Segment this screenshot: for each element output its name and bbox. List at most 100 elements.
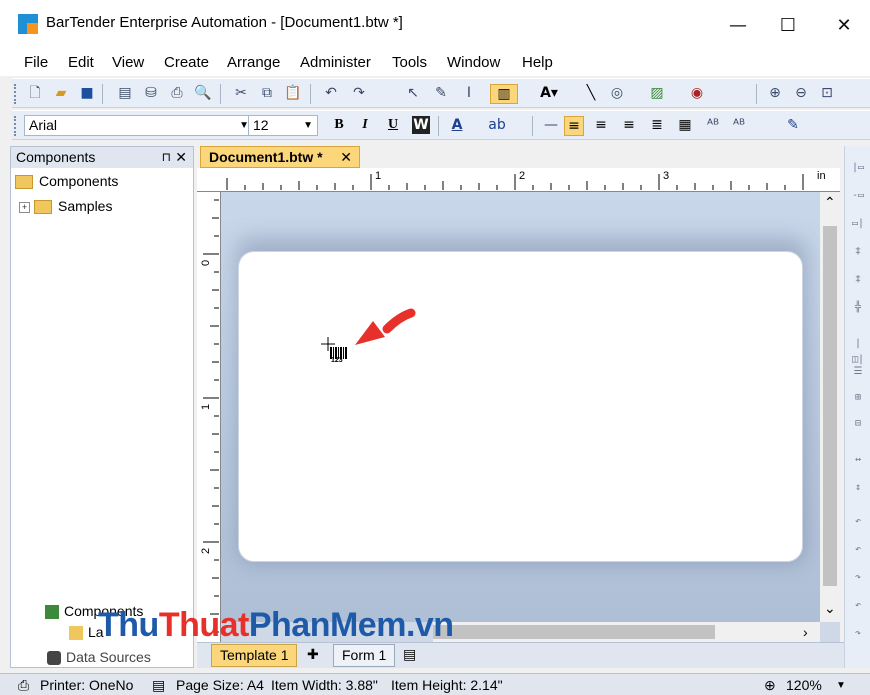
zoom-out-icon[interactable]: ⊖ xyxy=(792,84,810,102)
text-cursor-icon[interactable]: I xyxy=(460,84,478,102)
zoom-level[interactable]: 120% xyxy=(786,677,822,693)
tab-template-1[interactable]: Template 1 xyxy=(211,644,298,667)
align-middle-icon[interactable]: ‡ xyxy=(849,244,867,260)
font-color-button[interactable]: A xyxy=(448,116,466,134)
menu-file[interactable]: File xyxy=(24,54,48,71)
font-name-combo[interactable]: Arial ▼ xyxy=(24,115,254,136)
scroll-down-arrow-icon[interactable]: ⌄ xyxy=(824,600,836,617)
menu-window[interactable]: Window xyxy=(447,54,500,71)
ruler-label: 2 xyxy=(519,170,526,182)
underline-button[interactable]: U xyxy=(384,116,402,134)
redo-icon[interactable]: ↷ xyxy=(350,84,368,102)
toolbar-grip[interactable] xyxy=(14,84,19,104)
rotate-90-right-icon[interactable]: ↷ xyxy=(849,570,867,586)
add-form-icon[interactable]: ▤ xyxy=(395,644,424,665)
toolbar-grip[interactable] xyxy=(14,116,19,136)
tab-form-1[interactable]: Form 1 xyxy=(333,644,396,667)
center-on-page-vertical-icon[interactable]: ⊟ xyxy=(849,416,867,432)
close-window-button[interactable]: ✕ xyxy=(822,8,866,44)
tab-document1[interactable]: Document1.btw * ✕ xyxy=(200,146,360,168)
paragraph-icon[interactable]: — xyxy=(542,116,560,134)
vertical-justify-icon[interactable]: ▦ xyxy=(676,116,694,134)
highlight-icon[interactable]: ab xyxy=(488,116,506,134)
tree-item-samples[interactable]: + Samples xyxy=(19,198,112,215)
open-folder-icon xyxy=(15,175,33,190)
menu-view[interactable]: View xyxy=(112,54,144,71)
rfid-tool-icon[interactable]: ◉ xyxy=(688,84,706,102)
menu-help[interactable]: Help xyxy=(522,54,553,71)
rotate-90-icon[interactable]: ↶ xyxy=(849,514,867,530)
menu-administer[interactable]: Administer xyxy=(300,54,371,71)
toolbar-separator xyxy=(532,116,533,136)
justify-icon[interactable]: ≣ xyxy=(648,116,666,134)
center-horizontally-icon[interactable]: |◫| xyxy=(849,336,867,365)
chevron-down-icon[interactable]: ▼ xyxy=(836,680,846,691)
add-template-icon[interactable]: ✚ xyxy=(299,644,327,665)
center-on-page-icon[interactable]: ⊞ xyxy=(849,390,867,406)
zoom-in-icon[interactable]: ⊕ xyxy=(766,84,784,102)
pin-icon[interactable]: ⊓ xyxy=(162,147,171,168)
zoom-fit-icon[interactable]: ⊡ xyxy=(818,84,836,102)
scroll-thumb[interactable] xyxy=(433,625,715,639)
same-height-icon[interactable]: ↕ xyxy=(849,480,867,496)
rotate-1-left-icon[interactable]: ↶ xyxy=(849,598,867,614)
maximize-button[interactable]: ☐ xyxy=(766,8,810,44)
save-icon[interactable]: ■ xyxy=(78,84,96,102)
text-curve-icon[interactable]: ᴬᴮ xyxy=(730,116,748,134)
database-icon[interactable]: ⛁ xyxy=(142,84,160,102)
font-size-combo[interactable]: 12 ▼ xyxy=(248,115,318,136)
barcode-tool-icon[interactable]: ▥ xyxy=(490,84,518,104)
close-document-button[interactable]: ✕ xyxy=(340,147,352,167)
italic-button[interactable]: I xyxy=(356,116,374,134)
line-color-icon[interactable]: ✎ xyxy=(784,116,802,134)
label-template[interactable] xyxy=(238,251,803,562)
center-vertically-icon[interactable]: ☰ xyxy=(849,364,867,380)
select-pointer-icon[interactable]: ↖ xyxy=(404,84,422,102)
undo-icon[interactable]: ↶ xyxy=(322,84,340,102)
open-folder-icon[interactable]: ▰ xyxy=(52,84,70,102)
scroll-up-arrow-icon[interactable]: ⌃ xyxy=(824,194,836,211)
menu-create[interactable]: Create xyxy=(164,54,209,71)
text-direction-icon[interactable]: ᴬᴮ xyxy=(704,116,722,134)
menu-arrange[interactable]: Arrange xyxy=(227,54,280,71)
horizontal-scrollbar[interactable]: › xyxy=(433,622,820,642)
align-center-icon[interactable]: ≡ xyxy=(592,116,610,134)
rotate-180-icon[interactable]: ↶ xyxy=(849,542,867,558)
same-width-icon[interactable]: ↔ xyxy=(849,452,867,468)
properties-icon[interactable]: ▤ xyxy=(116,84,134,102)
align-centers-icon[interactable]: -▭ xyxy=(849,188,867,204)
print-icon[interactable]: ⎙ xyxy=(168,84,186,102)
bold-button[interactable]: B xyxy=(330,116,348,134)
scroll-thumb[interactable] xyxy=(823,226,837,586)
distribute-icon[interactable]: ╬ xyxy=(849,300,867,316)
menu-edit[interactable]: Edit xyxy=(68,54,94,71)
vertical-scrollbar[interactable]: ⌃ ⌄ xyxy=(820,192,840,622)
copy-icon[interactable]: ⧉ xyxy=(258,84,276,102)
align-top-icon[interactable]: ▭| xyxy=(849,216,867,232)
format-painter-icon[interactable]: ✎ xyxy=(432,84,450,102)
panel-tab-data-sources[interactable]: Data Sources xyxy=(47,649,151,666)
ruler-label: 2 xyxy=(200,547,212,554)
tree-item-components[interactable]: Components xyxy=(15,173,118,190)
close-panel-button[interactable]: ✕ xyxy=(175,147,187,168)
chevron-down-icon: ▼ xyxy=(303,120,313,131)
align-left-edges-icon[interactable]: |▭ xyxy=(849,160,867,176)
minimize-button[interactable]: — xyxy=(716,8,760,44)
align-bottom-icon[interactable]: ‡ xyxy=(849,272,867,288)
design-canvas[interactable]: 123 xyxy=(221,192,820,622)
text-tool-icon[interactable]: A▾ xyxy=(540,84,558,102)
align-left-icon[interactable]: ≡ xyxy=(564,116,584,136)
print-preview-icon[interactable]: 🔍 xyxy=(194,84,212,102)
cut-icon[interactable]: ✂ xyxy=(232,84,250,102)
line-tool-icon[interactable]: ╲ xyxy=(582,84,600,102)
wordart-button[interactable]: W xyxy=(412,116,430,134)
picture-tool-icon[interactable]: ▨ xyxy=(648,84,666,102)
menu-tools[interactable]: Tools xyxy=(392,54,427,71)
align-right-icon[interactable]: ≡ xyxy=(620,116,638,134)
shape-tool-icon[interactable]: ◎ xyxy=(608,84,626,102)
expand-icon[interactable]: + xyxy=(19,201,30,213)
new-document-icon[interactable]: 🗋 xyxy=(26,84,44,102)
paste-icon[interactable]: 📋 xyxy=(284,84,302,102)
scroll-right-arrow-icon[interactable]: › xyxy=(803,624,808,640)
rotate-1-right-icon[interactable]: ↷ xyxy=(849,626,867,642)
